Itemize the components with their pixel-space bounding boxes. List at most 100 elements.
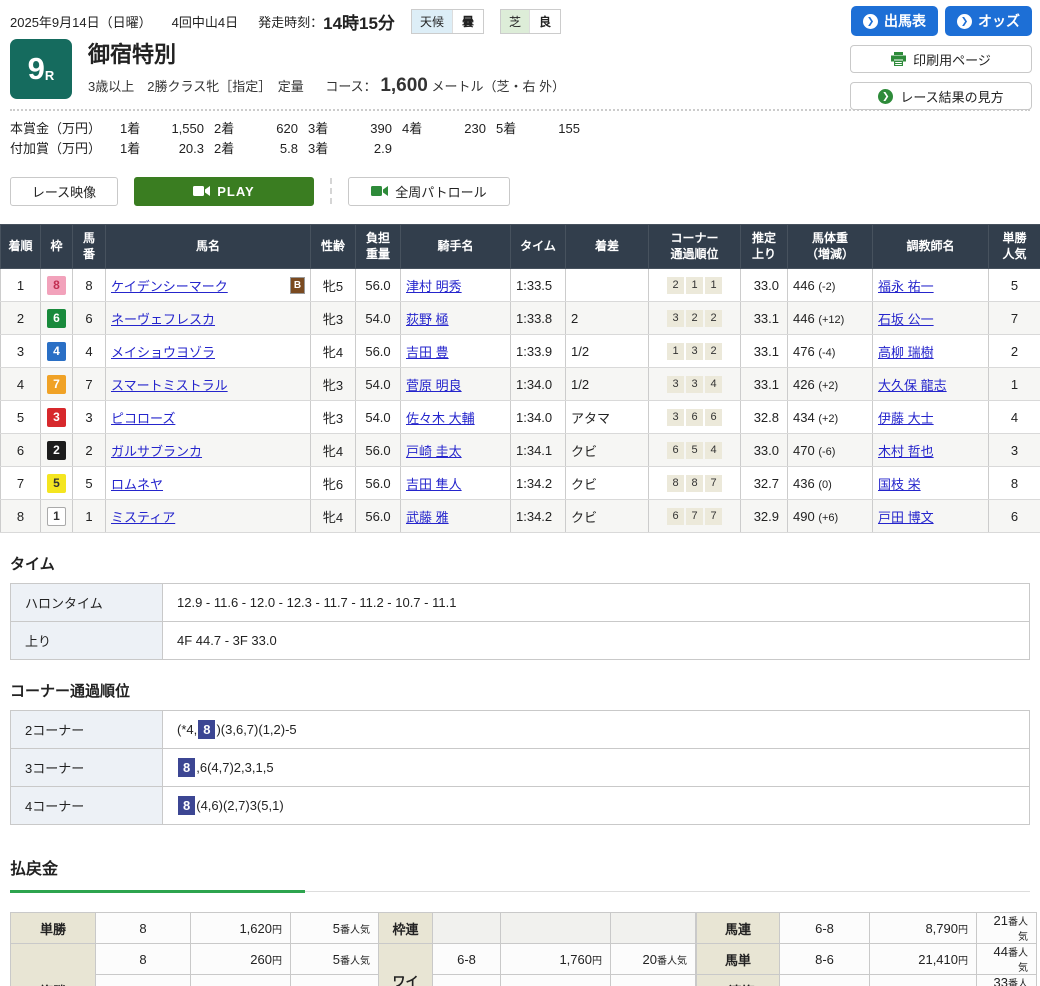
margin-cell: 2 [566, 302, 649, 335]
jockey-link[interactable]: 吉田 隼人 [406, 477, 462, 492]
jockey-link[interactable]: 佐々木 大輔 [406, 411, 475, 426]
patrol-video-button[interactable]: 全周パトロール [348, 177, 510, 206]
impost-weight: 54.0 [356, 302, 401, 335]
margin-cell: クビ [566, 434, 649, 467]
body-weight-diff: (-6) [818, 446, 835, 458]
jockey-link[interactable]: 津村 明秀 [406, 279, 462, 294]
payout-row: 6410円7番人気 4-8560円8番人気 [11, 975, 696, 986]
horse-number: 6 [73, 302, 106, 335]
trainer-link[interactable]: 伊藤 大士 [878, 411, 934, 426]
win-popularity: 3 [989, 434, 1040, 467]
trainer-link[interactable]: 木村 哲也 [878, 444, 934, 459]
corner-position: 8 [686, 475, 703, 492]
horse-number: 8 [73, 269, 106, 302]
result-guide-label: レース結果の見方 [900, 87, 1003, 106]
result-row: 4 7 7 スマートミストラル 牝3 54.0 菅原 明良 1:34.0 1/2… [1, 368, 1040, 401]
entries-button[interactable]: ❯出馬表 [851, 6, 938, 36]
body-weight-cell: 446 (-2) [788, 269, 873, 302]
corner-table-body: 2コーナー (*4,8)(3,6,7)(1,2)-5 3コーナー 8,6(4,7… [11, 711, 1030, 825]
horse-name-link[interactable]: ミスティア [111, 507, 175, 526]
payout-right-body: 馬連 6-8 8,790円 21番人気 馬単 8-6 21,410円 44番人気… [697, 913, 1037, 986]
corner-position: 7 [705, 508, 722, 525]
race-time: 1:33.9 [511, 335, 566, 368]
corner-position: 7 [705, 475, 722, 492]
horse-name-cell: メイショウヨゾラ [106, 335, 311, 368]
results-header-cell: タイム [511, 225, 566, 269]
trainer-link[interactable]: 国枝 栄 [878, 477, 921, 492]
horse-name-cell: ガルサブランカ [106, 434, 311, 467]
impost-weight: 56.0 [356, 269, 401, 302]
race-conditions-text: 3歳以上 2勝クラス牝［指定］ 定量 [88, 79, 304, 94]
prize-amount: 390 [340, 119, 402, 139]
play-button[interactable]: PLAY [134, 177, 314, 206]
jockey-link[interactable]: 菅原 明良 [406, 378, 462, 393]
margin-cell: 1/2 [566, 368, 649, 401]
horse-name-link[interactable]: メイショウヨゾラ [111, 342, 215, 361]
finish-position: 3 [1, 335, 41, 368]
trainer-link[interactable]: 高柳 瑞樹 [878, 345, 934, 360]
horse-name-cell: ピコローズ [106, 401, 311, 434]
corner-section-heading: コーナー通過順位 [10, 680, 1030, 701]
corner-row-value: (*4,8)(3,6,7)(1,2)-5 [163, 711, 1030, 749]
corner-position: 1 [686, 277, 703, 294]
finish-position: 2 [1, 302, 41, 335]
win-popularity: 5 [989, 269, 1040, 302]
trainer-cell: 高柳 瑞樹 [873, 335, 989, 368]
sex-age: 牝3 [311, 368, 356, 401]
payout-combination: 8 [96, 913, 191, 944]
corner-order-cell: 654 [649, 434, 741, 467]
finish-position: 7 [1, 467, 41, 500]
horse-name-link[interactable]: ロムネヤ [111, 474, 163, 493]
blinker-badge: B [290, 277, 305, 294]
jockey-link[interactable]: 吉田 豊 [406, 345, 449, 360]
trainer-link[interactable]: 石坂 公一 [878, 312, 934, 327]
corner-position: 1 [667, 343, 684, 360]
odds-button[interactable]: ❯オッズ [945, 6, 1032, 36]
impost-weight: 54.0 [356, 401, 401, 434]
trainer-link[interactable]: 大久保 龍志 [878, 378, 947, 393]
corner-order-cell: 366 [649, 401, 741, 434]
horse-name-cell: ミスティア [106, 500, 311, 533]
result-guide-button[interactable]: ❯ レース結果の見方 [850, 82, 1032, 110]
results-body: 1 8 8 ケイデンシーマークB 牝5 56.0 津村 明秀 1:33.5 21… [1, 269, 1040, 533]
jockey-link[interactable]: 戸崎 圭太 [406, 444, 462, 459]
prize-pair: 2着 620 [214, 119, 308, 139]
payout-left-body: 単勝81,620円5番人気 枠連 複勝8260円5番人気 ワイド6-81,760… [11, 913, 696, 986]
payout-empty-cell [501, 913, 611, 944]
trainer-cell: 福永 祐一 [873, 269, 989, 302]
race-video-button[interactable]: レース映像 [10, 177, 118, 206]
payout-row: 馬単 8-6 21,410円 44番人気 [697, 944, 1037, 975]
body-weight-diff: (-4) [818, 347, 835, 359]
payout-combination: 6-8 [780, 913, 870, 944]
finish-position: 8 [1, 500, 41, 533]
trainer-cell: 国枝 栄 [873, 467, 989, 500]
payout-bet-type: ワイド [379, 944, 433, 986]
prize-pair: 5着 155 [496, 119, 590, 139]
trainer-link[interactable]: 福永 祐一 [878, 279, 934, 294]
corner-position: 6 [667, 508, 684, 525]
body-weight-cell: 476 (-4) [788, 335, 873, 368]
side-buttons: ❯出馬表 ❯オッズ 印刷用ページ ❯ レース結果の見方 [850, 6, 1032, 110]
payout-bet-type: 単勝 [11, 913, 96, 944]
print-page-button[interactable]: 印刷用ページ [850, 45, 1032, 73]
jockey-link[interactable]: 荻野 極 [406, 312, 449, 327]
video-bar: レース映像 PLAY 全周パトロール [10, 176, 1030, 206]
payout-tables: 単勝81,620円5番人気 枠連 複勝8260円5番人気 ワイド6-81,760… [10, 912, 1040, 986]
sex-age: 牝5 [311, 269, 356, 302]
horse-name-link[interactable]: ネーヴェフレスカ [111, 309, 215, 328]
jockey-link[interactable]: 武藤 雅 [406, 510, 449, 525]
estimated-last3f: 33.1 [741, 335, 788, 368]
payout-combination: 6-8 [433, 944, 501, 975]
horse-name-link[interactable]: ピコローズ [111, 408, 175, 427]
prize-pair: 2着 5.8 [214, 139, 308, 159]
horse-name-link[interactable]: ケイデンシーマーク [111, 276, 228, 295]
trainer-cell: 戸田 博文 [873, 500, 989, 533]
payout-popularity: 20番人気 [611, 944, 696, 975]
frame-badge: 7 [47, 375, 66, 394]
estimated-last3f: 32.7 [741, 467, 788, 500]
corner-position: 6 [705, 409, 722, 426]
trainer-link[interactable]: 戸田 博文 [878, 510, 934, 525]
horse-name-link[interactable]: スマートミストラル [111, 375, 228, 394]
horse-number: 2 [73, 434, 106, 467]
horse-name-link[interactable]: ガルサブランカ [111, 441, 202, 460]
